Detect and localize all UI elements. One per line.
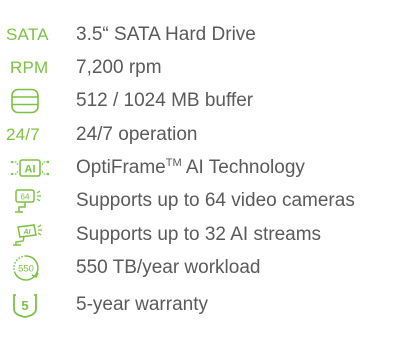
24-7-icon-label: 24/7 — [6, 125, 40, 144]
rpm-icon: RPM — [6, 51, 64, 85]
spec-label-operation: 24/7 operation — [76, 124, 198, 145]
ai-camera-icon: AI — [6, 218, 68, 252]
spec-label-optiframe: OptiFrameTM AI Technology — [76, 157, 305, 179]
spec-label-workload: 550 TB/year workload — [76, 257, 261, 278]
spec-label-ai-streams: Supports up to 32 AI streams — [76, 224, 322, 245]
spec-label-cameras: Supports up to 64 video cameras — [76, 190, 355, 211]
spec-label-buffer: 512 / 1024 MB buffer — [76, 90, 254, 111]
spec-row-ai-streams: AI Supports up to 32 AI streams — [0, 218, 398, 252]
ai-camera-label: AI — [23, 229, 32, 236]
spec-label-sata: 3.5“ SATA Hard Drive — [76, 24, 256, 45]
optiframe-brand: OptiFrame — [76, 157, 166, 178]
spec-row-optiframe: AI OptiFrameTM AI Technology — [0, 151, 398, 185]
trademark-mark: TM — [165, 157, 182, 169]
spec-label-rpm: 7,200 rpm — [76, 57, 162, 78]
rpm-icon-label: RPM — [10, 58, 49, 77]
spec-row-workload: 550 550 TB/year workload — [0, 251, 398, 285]
workload-550-label: 550 — [18, 264, 34, 275]
camera-64-label: 64 — [21, 193, 30, 202]
optiframe-rest: AI Technology — [181, 157, 305, 178]
spec-row-warranty: 5 5-year warranty — [0, 288, 398, 322]
24-7-icon: 24/7 — [6, 118, 64, 152]
warranty-5-label: 5 — [21, 298, 28, 313]
ai-chip-icon: AI — [6, 151, 68, 185]
spec-row-buffer: 512 / 1024 MB buffer — [0, 84, 398, 118]
buffer-stack-icon — [6, 84, 68, 118]
ai-chip-label: AI — [25, 164, 36, 176]
spec-label-warranty: 5-year warranty — [76, 294, 208, 315]
spec-list: SATA 3.5“ SATA Hard Drive RPM 7,200 rpm … — [0, 0, 398, 341]
camera-64-icon: 64 — [6, 184, 68, 218]
spec-row-operation: 24/7 24/7 operation — [0, 118, 398, 152]
warranty-5-icon: 5 — [6, 288, 68, 322]
spec-row-rpm: RPM 7,200 rpm — [0, 51, 398, 85]
spec-row-sata: SATA 3.5“ SATA Hard Drive — [0, 18, 398, 52]
sata-icon-label: SATA — [6, 25, 49, 44]
sata-icon: SATA — [6, 18, 64, 52]
workload-550-icon: 550 — [6, 251, 68, 285]
spec-row-cameras: 64 Supports up to 64 video cameras — [0, 184, 398, 218]
